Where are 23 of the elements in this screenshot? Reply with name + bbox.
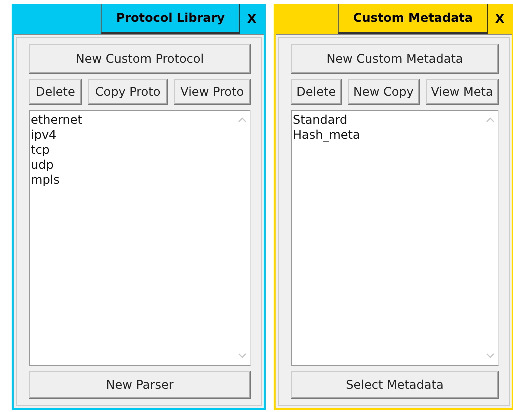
list-item[interactable]: ipv4 [31,128,233,143]
list-item[interactable]: udp [31,158,233,173]
toolbar-button[interactable]: View Proto [174,79,252,105]
list-item[interactable]: ethernet [31,113,233,128]
list-item[interactable]: Standard [293,113,481,128]
list-item[interactable]: mpls [31,173,233,188]
toolbar-button[interactable]: Delete [29,79,82,105]
scroll-up-icon[interactable] [238,117,246,123]
toolbar-button[interactable]: Delete [291,79,342,105]
scroll-down-icon[interactable] [238,353,246,359]
panel-title: Custom Metadata [338,4,487,34]
panel-title: Protocol Library [101,4,239,34]
main-button[interactable]: New Custom Protocol [29,44,251,74]
list-item[interactable]: tcp [31,143,233,158]
list-item[interactable]: Hash_meta [293,128,481,143]
toolbar-button[interactable]: Copy Proto [88,79,168,105]
scroll-down-icon[interactable] [486,353,494,359]
toolbar-button[interactable]: View Meta [426,79,499,105]
main-button[interactable]: New Custom Metadata [291,44,499,74]
toolbar-button[interactable]: New Copy [348,79,420,105]
scroll-up-icon[interactable] [486,117,494,123]
bottom-button[interactable]: Select Metadata [291,371,499,399]
bottom-button[interactable]: New Parser [29,371,251,399]
